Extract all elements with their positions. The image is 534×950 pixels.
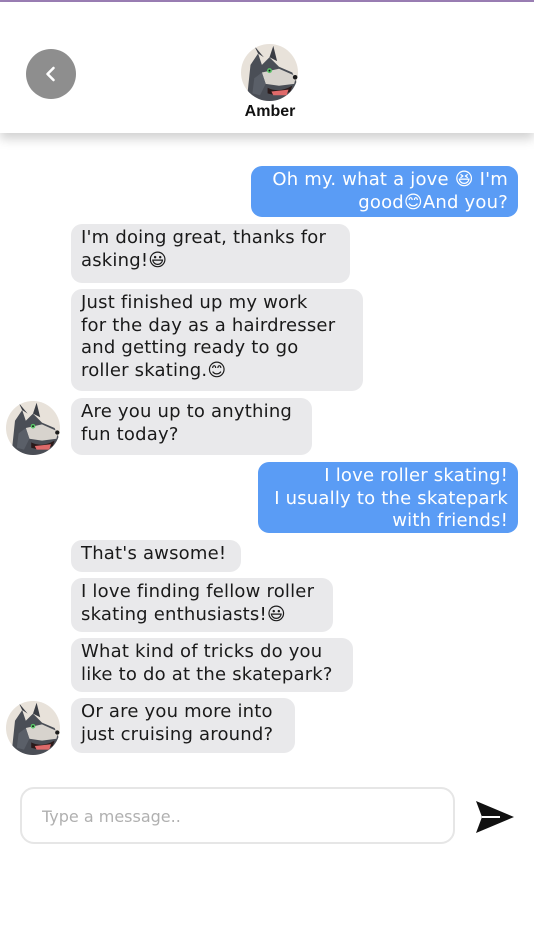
- message-text: Or are you more into: [81, 701, 273, 722]
- back-button[interactable]: [26, 49, 76, 99]
- message-bubble-incoming[interactable]: Are you up to anything fun today?: [71, 398, 312, 455]
- message-text: Are you up to anything: [81, 401, 293, 422]
- message-bubble-incoming[interactable]: Just finished up my work for the day as …: [71, 289, 363, 391]
- sender-avatar[interactable]: [6, 701, 60, 755]
- message-text: I usually to the skatepark: [274, 487, 508, 509]
- message-text: roller skating.😊: [81, 359, 227, 381]
- message-composer: [20, 787, 455, 844]
- message-text: just cruising around?: [81, 723, 274, 745]
- message-text: I love finding fellow roller: [81, 581, 315, 602]
- message-text: skating enthusiasts!😃: [81, 603, 286, 625]
- wolf-avatar-icon: [6, 701, 60, 755]
- message-list[interactable]: Oh my. what a jove 😆 I'm good😊And you? I…: [0, 133, 534, 773]
- message-text: like to do at the skatepark?: [81, 663, 333, 685]
- chevron-left-icon: [46, 66, 55, 82]
- message-bubble-incoming[interactable]: That's awsome!: [71, 540, 241, 572]
- wolf-avatar-icon: [241, 44, 298, 101]
- wolf-avatar-icon: [6, 401, 60, 455]
- message-text: good😊And you?: [358, 191, 508, 213]
- message-input[interactable]: [42, 803, 432, 829]
- message-text: What kind of tricks do you: [81, 641, 323, 662]
- send-button[interactable]: [474, 798, 516, 836]
- message-text: Oh my. what a jove 😆 I'm: [272, 169, 508, 190]
- chat-header: Amber: [0, 2, 534, 133]
- message-bubble-outgoing[interactable]: Oh my. what a jove 😆 I'm good😊And you?: [251, 166, 518, 217]
- message-bubble-incoming[interactable]: Or are you more into just cruising aroun…: [71, 698, 295, 753]
- message-bubble-outgoing[interactable]: I love roller skating! I usually to the …: [258, 462, 518, 533]
- contact-name: Amber: [244, 103, 296, 120]
- message-bubble-incoming[interactable]: I'm doing great, thanks for asking!😃: [71, 224, 350, 283]
- message-text: and getting ready to go: [81, 337, 299, 358]
- contact-avatar[interactable]: [241, 44, 298, 101]
- message-text: That's awsome!: [81, 543, 227, 564]
- message-text: I'm doing great, thanks for: [81, 227, 327, 248]
- message-text: I love roller skating!: [324, 465, 508, 486]
- send-icon: [476, 801, 514, 833]
- message-text: fun today?: [81, 423, 179, 445]
- message-text: for the day as a hairdresser: [81, 314, 336, 336]
- message-bubble-incoming[interactable]: I love finding fellow roller skating ent…: [71, 578, 333, 632]
- message-bubble-incoming[interactable]: What kind of tricks do you like to do at…: [71, 638, 353, 692]
- sender-avatar[interactable]: [6, 401, 60, 455]
- message-text: asking!😃: [81, 249, 168, 271]
- message-text: Just finished up my work: [81, 292, 308, 313]
- message-text: with friends!: [392, 510, 508, 531]
